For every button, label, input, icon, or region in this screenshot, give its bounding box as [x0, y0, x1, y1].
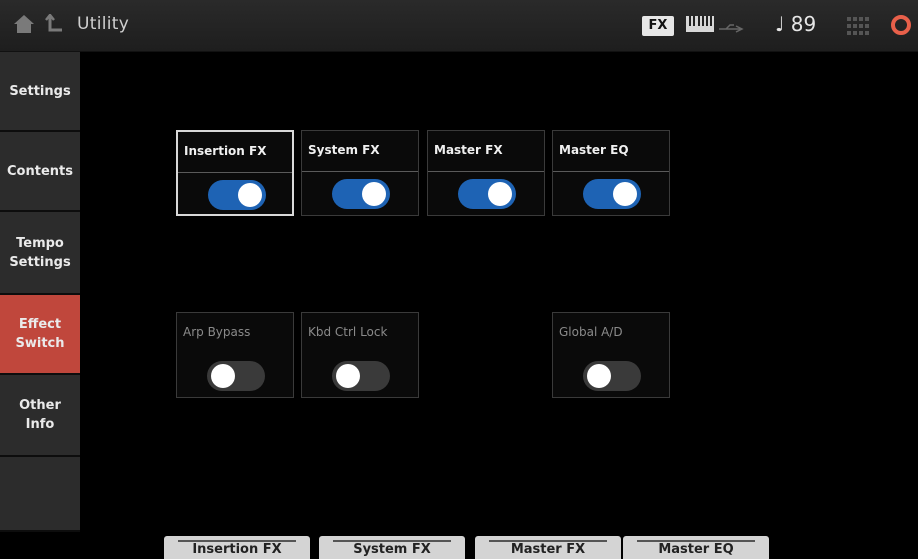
keyboard-icon	[685, 14, 715, 34]
divider	[428, 171, 544, 172]
page-title: Utility	[77, 14, 130, 34]
sidebar-item-empty	[0, 457, 80, 532]
toggle-knob	[336, 364, 360, 388]
switch-label: Insertion FX	[184, 144, 267, 158]
sidebar-item-contents[interactable]: Contents	[0, 132, 80, 212]
sidebar-item-tempo-settings[interactable]: Tempo Settings	[0, 212, 80, 295]
toggle[interactable]	[458, 179, 516, 209]
toggle[interactable]	[332, 179, 390, 209]
sidebar-item-effect-switch[interactable]: Effect Switch	[0, 295, 80, 375]
title-bar: Utility FX ♩ 89	[0, 0, 918, 52]
master-eq-switch[interactable]: Master EQ	[552, 130, 670, 216]
fx-indicator: FX	[642, 16, 674, 36]
toggle[interactable]	[583, 361, 641, 391]
tempo-display[interactable]: ♩ 89	[775, 12, 816, 36]
toggle-knob	[238, 183, 262, 207]
switch-label: Master FX	[434, 143, 503, 157]
sidebar-item-label: Effect Switch	[15, 317, 65, 351]
divider	[302, 171, 418, 172]
kbd-ctrl-lock-switch[interactable]: Kbd Ctrl Lock	[301, 312, 419, 398]
toggle-knob	[362, 182, 386, 206]
usb-icon	[718, 22, 744, 38]
master-fx-switch[interactable]: Master FX	[427, 130, 545, 216]
sidebar-item-other-info[interactable]: Other Info	[0, 375, 80, 457]
insertion-fx-switch[interactable]: Insertion FX	[176, 130, 294, 216]
switch-label: Master EQ	[559, 143, 629, 157]
switch-label: Global A/D	[559, 325, 623, 339]
sidebar-item-label: Other Info	[19, 398, 61, 432]
switch-label: Arp Bypass	[183, 325, 251, 339]
toggle-knob	[587, 364, 611, 388]
toggle[interactable]	[207, 361, 265, 391]
toggle-knob	[211, 364, 235, 388]
toggle-knob	[613, 182, 637, 206]
divider	[553, 171, 669, 172]
toggle[interactable]	[208, 180, 266, 210]
back-icon[interactable]	[44, 12, 64, 39]
system-fx-switch[interactable]: System FX	[301, 130, 419, 216]
toggle[interactable]	[583, 179, 641, 209]
sidebar: Settings Contents Tempo Settings Effect …	[0, 52, 80, 532]
toggle-knob	[488, 182, 512, 206]
global-ad-switch[interactable]: Global A/D	[552, 312, 670, 398]
arp-bypass-switch[interactable]: Arp Bypass	[176, 312, 294, 398]
sidebar-item-settings[interactable]: Settings	[0, 52, 80, 132]
power-icon[interactable]	[889, 13, 913, 37]
sidebar-item-label: Settings	[9, 83, 71, 99]
grid-icon[interactable]	[847, 17, 869, 35]
switch-label: Kbd Ctrl Lock	[308, 325, 388, 339]
tab-insertion-fx[interactable]: Insertion FX	[164, 536, 310, 559]
home-icon[interactable]	[13, 14, 35, 39]
toggle[interactable]	[332, 361, 390, 391]
tab-master-fx[interactable]: Master FX	[475, 536, 621, 559]
divider	[178, 172, 292, 173]
sidebar-item-label: Contents	[7, 163, 73, 179]
sidebar-item-label: Tempo Settings	[9, 235, 71, 270]
tab-master-eq[interactable]: Master EQ	[623, 536, 769, 559]
tab-system-fx[interactable]: System FX	[319, 536, 465, 559]
switch-label: System FX	[308, 143, 380, 157]
